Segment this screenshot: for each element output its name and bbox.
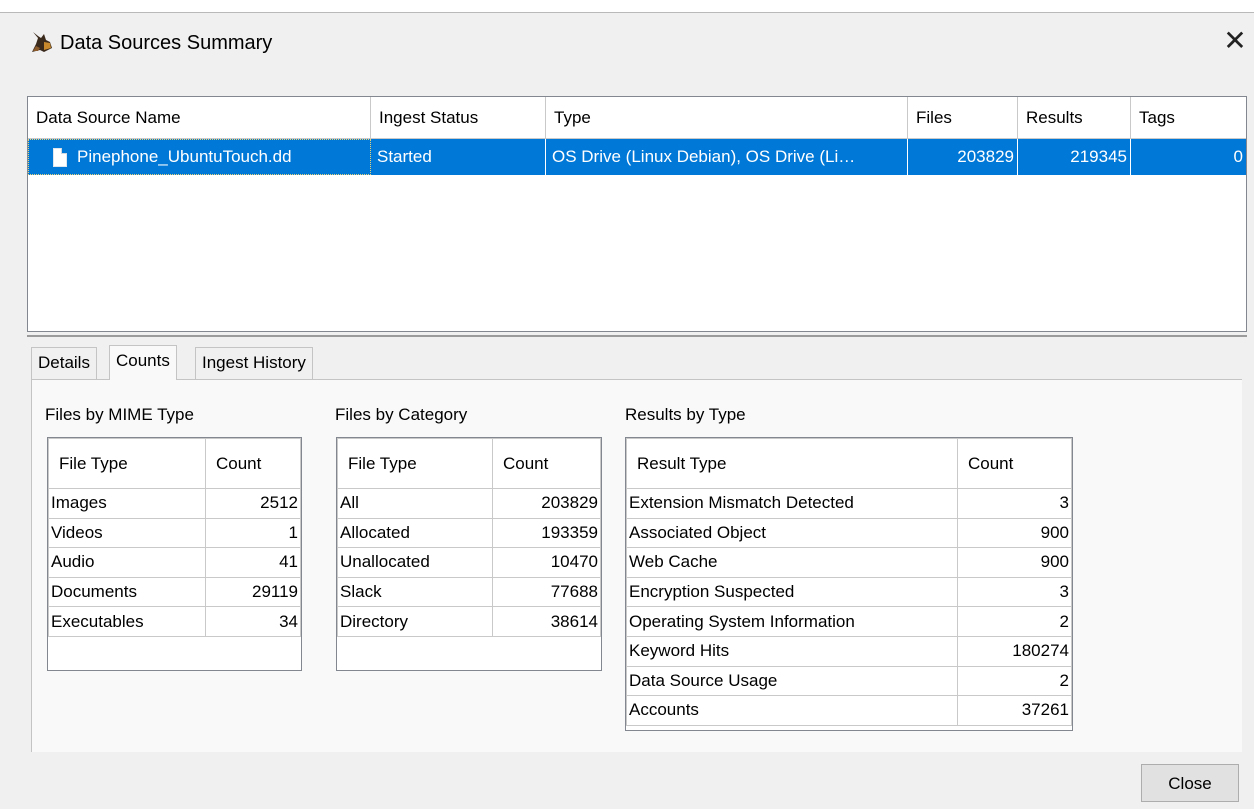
cell: Unallocated [337, 547, 493, 578]
tab-details[interactable]: Details [31, 347, 97, 379]
cell: Videos [48, 517, 206, 549]
details-panel: Details Counts Ingest History Files by M… [27, 335, 1247, 752]
table-row[interactable]: Pinephone_UbuntuTouch.dd Started OS Driv… [28, 139, 1246, 175]
table-row[interactable]: Data Source Usage 2 [626, 665, 1072, 697]
table-row[interactable]: Associated Object 900 [626, 517, 1072, 549]
table-row[interactable]: Slack 77688 [337, 576, 601, 608]
cell: Extension Mismatch Detected [626, 488, 958, 519]
tab-ingest-history[interactable]: Ingest History [195, 347, 313, 379]
tags-cell: 0 [1233, 147, 1243, 166]
files-by-mime-label: Files by MIME Type [45, 405, 194, 424]
table-row[interactable]: Videos 1 [48, 517, 301, 549]
cell: Slack [337, 576, 493, 608]
cell: 41 [205, 547, 301, 578]
table-row[interactable]: Allocated 193359 [337, 517, 601, 549]
files-by-category-table[interactable]: File Type Count All 203829 Allocated 19335… [336, 437, 602, 671]
table-row[interactable]: Keyword Hits 180274 [626, 635, 1072, 667]
cell: 1 [205, 517, 301, 549]
cell: Data Source Usage [626, 665, 958, 697]
column-header-tags[interactable]: Tags [1131, 97, 1246, 139]
cell: Operating System Information [626, 606, 958, 637]
cell: Web Cache [626, 547, 958, 578]
autopsy-dog-icon [32, 32, 52, 52]
cell: Accounts [626, 695, 958, 726]
table-row[interactable]: Extension Mismatch Detected 3 [626, 488, 1072, 519]
cell: 900 [957, 517, 1072, 549]
table-row[interactable]: Documents 29119 [48, 576, 301, 608]
cell: 193359 [492, 517, 601, 549]
counts-tab-content: Files by MIME Type File Type Count Image… [31, 379, 1242, 752]
tab-counts[interactable]: Counts [109, 345, 177, 380]
column-header-result-type[interactable]: Result Type [626, 438, 958, 489]
cell: 900 [957, 547, 1072, 578]
results-by-type-table[interactable]: Result Type Count Extension Mismatch Det… [625, 437, 1073, 731]
data-source-name-cell[interactable]: Pinephone_UbuntuTouch.dd [28, 139, 371, 175]
ingest-status-cell: Started [371, 139, 546, 175]
cell: 2512 [205, 488, 301, 519]
cell: 34 [205, 606, 301, 637]
cell: Audio [48, 547, 206, 578]
type-cell: OS Drive (Linux Debian), OS Drive (Li… [546, 139, 908, 175]
column-header-count[interactable]: Count [957, 438, 1072, 489]
table-row[interactable]: Operating System Information 2 [626, 606, 1072, 637]
cell: 2 [957, 665, 1072, 697]
cell: Keyword Hits [626, 635, 958, 667]
cell: 29119 [205, 576, 301, 608]
table-row[interactable]: Web Cache 900 [626, 547, 1072, 578]
column-header-ingest-status[interactable]: Ingest Status [371, 97, 546, 139]
column-header-count[interactable]: Count [492, 438, 601, 489]
table-row[interactable]: Images 2512 [48, 488, 301, 519]
table-row[interactable]: Unallocated 10470 [337, 547, 601, 578]
column-header-data-source-name[interactable]: Data Source Name [28, 97, 371, 139]
cell: 77688 [492, 576, 601, 608]
cell: Associated Object [626, 517, 958, 549]
cell: 38614 [492, 606, 601, 637]
cell: 37261 [957, 695, 1072, 726]
cell: Documents [48, 576, 206, 608]
results-by-type-label: Results by Type [625, 405, 746, 424]
column-header-file-type[interactable]: File Type [337, 438, 493, 489]
cell: 180274 [957, 635, 1072, 667]
cell: 10470 [492, 547, 601, 578]
cell: Executables [48, 606, 206, 637]
cell: Encryption Suspected [626, 576, 958, 608]
cell: 203829 [492, 488, 601, 519]
data-sources-table[interactable]: Data Source Name Ingest Status Type File… [27, 96, 1247, 332]
table-row[interactable]: Encryption Suspected 3 [626, 576, 1072, 608]
column-header-type[interactable]: Type [546, 97, 908, 139]
window-title: Data Sources Summary [60, 32, 273, 54]
cell: 3 [957, 576, 1072, 608]
close-button[interactable]: Close [1141, 764, 1239, 802]
cell: Directory [337, 606, 493, 637]
files-cell: 203829 [908, 139, 1018, 175]
cell: Allocated [337, 517, 493, 549]
table-row[interactable]: Executables 34 [48, 606, 301, 637]
files-by-mime-table[interactable]: File Type Count Images 2512 Videos 1 Audio… [47, 437, 302, 671]
column-header-count[interactable]: Count [205, 438, 301, 489]
files-by-category-label: Files by Category [335, 405, 468, 424]
cell: 3 [957, 488, 1072, 519]
table-row[interactable]: Audio 41 [48, 547, 301, 578]
column-header-file-type[interactable]: File Type [48, 438, 206, 489]
column-header-files[interactable]: Files [908, 97, 1018, 139]
cell: 2 [957, 606, 1072, 637]
table-row[interactable]: Directory 38614 [337, 606, 601, 637]
cell: Images [48, 488, 206, 519]
data-source-name: Pinephone_UbuntuTouch.dd [77, 147, 292, 166]
cell: All [337, 488, 493, 519]
window-top-edge [0, 0, 1254, 13]
table-header: Data Source Name Ingest Status Type File… [28, 97, 1246, 139]
table-row[interactable]: All 203829 [337, 488, 601, 519]
close-icon[interactable]: ✕ [1220, 26, 1250, 56]
column-header-results[interactable]: Results [1018, 97, 1131, 139]
table-row[interactable]: Accounts 37261 [626, 695, 1072, 726]
results-cell: 219345 [1018, 139, 1131, 175]
file-icon [53, 148, 67, 167]
